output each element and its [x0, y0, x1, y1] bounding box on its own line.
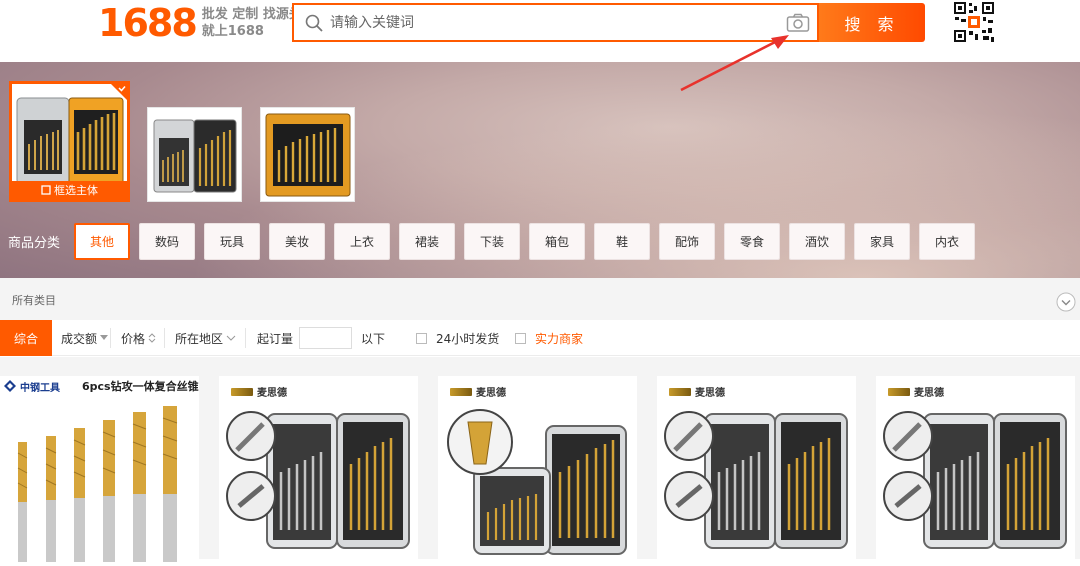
card-brand: 麦思德	[231, 384, 287, 399]
sort-location-label: 所在地区	[175, 331, 224, 346]
header: 1688 批发 定制 找源头 就上1688 搜 索	[0, 0, 1080, 62]
checkbox[interactable]	[515, 332, 526, 344]
sort-default[interactable]: 综合	[0, 320, 52, 356]
divider	[245, 328, 246, 348]
category-chip[interactable]: 酒饮	[789, 222, 846, 260]
category-chip[interactable]: 美妆	[269, 222, 326, 260]
brand-logo-icon	[450, 387, 472, 396]
product-card[interactable]: 麦思德	[438, 376, 637, 566]
category-chip[interactable]: 鞋	[594, 222, 651, 260]
category-chip[interactable]: 零食	[724, 222, 781, 260]
drill-case-image	[226, 411, 410, 549]
category-filter-row: 商品分类 其他 数码 玩具 美妆 上衣 裙装 下装 箱包 鞋 配饰 零食 酒饮 …	[8, 222, 984, 260]
category-label: 商品分类	[8, 235, 61, 251]
moq-suffix-text: 以下	[361, 331, 386, 346]
drill-case-image	[447, 409, 627, 555]
category-chip-other[interactable]: 其他	[74, 222, 131, 260]
sort-bar: 综合 成交额 价格 所在地区 起订量 以下 24小时发货 实力商家	[0, 320, 1080, 356]
drill-set-image	[261, 108, 354, 201]
sort-volume[interactable]: 成交额	[61, 320, 109, 356]
filter-24h-label: 24小时发货	[436, 331, 500, 346]
sort-location[interactable]: 所在地区	[175, 320, 236, 356]
product-card[interactable]: 麦思德	[219, 376, 418, 566]
crop-subject-badge[interactable]: 框选主体	[12, 181, 127, 199]
sort-price-label: 价格	[121, 331, 146, 346]
logo-number: 1688	[98, 1, 198, 45]
category-chip[interactable]: 玩具	[204, 222, 261, 260]
product-title: 6pcs钻攻一体复合丝锥	[82, 380, 199, 393]
search-thumbnail-selected[interactable]: 框选主体	[9, 81, 130, 202]
product-brand: 麦思德	[257, 388, 287, 399]
divider	[164, 328, 165, 348]
all-categories-label: 所有类目	[12, 294, 56, 307]
category-chip[interactable]: 数码	[139, 222, 196, 260]
search-thumbnail[interactable]	[147, 107, 242, 202]
divider	[110, 328, 111, 348]
expand-icon[interactable]	[1056, 292, 1076, 312]
product-brand: 麦思德	[695, 388, 725, 399]
category-chip[interactable]: 下装	[464, 222, 521, 260]
product-card[interactable]: 麦思德	[876, 376, 1075, 566]
qr-code-icon	[953, 1, 995, 43]
checkbox[interactable]	[416, 332, 427, 344]
product-brand: 中钢工具	[20, 382, 60, 394]
slogan-line2: 就上1688	[201, 24, 264, 39]
product-brand: 麦思德	[914, 388, 944, 399]
card-brand: 麦思德	[450, 384, 506, 399]
logo-slogan: 批发 定制 找源头 就上1688	[202, 6, 302, 40]
product-card[interactable]: 麦思德	[657, 376, 856, 566]
brand-logo-icon	[669, 387, 691, 396]
card-brand: 麦思德	[669, 384, 725, 399]
brand-logo-icon	[888, 387, 910, 396]
annotation-arrow	[680, 35, 789, 92]
filter-24h-shipping[interactable]: 24小时发货	[416, 320, 499, 356]
card-header: 中钢工具 6pcs钻攻一体复合丝锥	[4, 378, 199, 394]
filter-power-merchant-label: 实力商家	[535, 331, 584, 346]
slogan-line1: 批发 定制 找源头	[201, 7, 302, 22]
all-categories-bar[interactable]: 所有类目	[0, 278, 1080, 320]
search-thumbnail[interactable]	[260, 107, 355, 202]
brand-logo-icon	[231, 387, 253, 396]
category-chip[interactable]: 家具	[854, 222, 911, 260]
moq-suffix: 以下	[361, 320, 385, 356]
caret-down-icon	[100, 335, 109, 340]
search-button[interactable]: 搜 索	[819, 3, 925, 42]
filter-power-merchant[interactable]: 实力商家	[515, 320, 583, 356]
tap-drill-image	[0, 398, 199, 566]
drill-case-image	[883, 411, 1067, 549]
category-chip[interactable]: 内衣	[919, 222, 976, 260]
sort-arrows-icon	[148, 333, 156, 343]
check-corner-icon	[111, 84, 127, 100]
product-brand: 麦思德	[476, 388, 506, 399]
chevron-down-icon	[226, 335, 236, 341]
category-chip[interactable]: 上衣	[334, 222, 391, 260]
moq-label-text: 起订量	[257, 331, 294, 346]
sort-volume-label: 成交额	[61, 331, 98, 346]
category-chip[interactable]: 配饰	[659, 222, 716, 260]
crop-subject-label: 框选主体	[54, 184, 98, 197]
search-icon	[305, 14, 323, 32]
moq-label: 起订量	[257, 320, 293, 356]
sort-price[interactable]: 价格	[121, 320, 156, 356]
site-logo[interactable]: 1688 批发 定制 找源头 就上1688	[98, 1, 302, 45]
drill-set-image	[148, 108, 241, 201]
card-brand: 麦思德	[888, 384, 944, 399]
drill-case-image	[664, 411, 848, 549]
category-chip[interactable]: 箱包	[529, 222, 586, 260]
product-card[interactable]: 中钢工具 6pcs钻攻一体复合丝锥	[0, 376, 199, 566]
crop-icon	[41, 185, 51, 195]
brand-logo-icon	[4, 380, 16, 392]
category-chip[interactable]: 裙装	[399, 222, 456, 260]
sort-default-label: 综合	[13, 331, 38, 346]
moq-input[interactable]	[299, 327, 352, 349]
